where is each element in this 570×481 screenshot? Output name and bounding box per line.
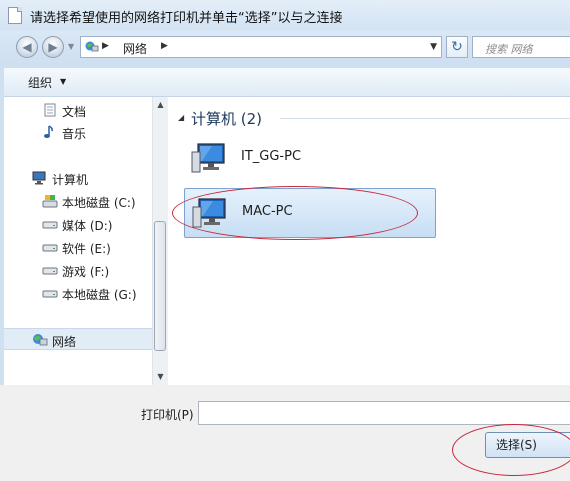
computer-icon (191, 143, 225, 173)
printer-field[interactable] (198, 401, 570, 425)
refresh-icon: ↻ (451, 39, 463, 55)
sidebar-item-label: 计算机 (52, 173, 89, 187)
sidebar-item-network[interactable]: 网络 (4, 328, 152, 350)
sidebar-item-drive-f[interactable]: 游戏 (F:) (4, 259, 152, 281)
sidebar-item-label: 游戏 (F:) (62, 265, 110, 279)
computer-icon (192, 198, 226, 228)
documents-icon (44, 103, 56, 117)
sidebar-item-computer[interactable]: 计算机 (4, 167, 152, 189)
forward-arrow-icon: ▶ (48, 40, 58, 54)
computer-icon (32, 171, 46, 185)
sidebar-item-drive-c[interactable]: 本地磁盘 (C:) (4, 190, 152, 212)
sidebar-item-label: 音乐 (62, 127, 87, 141)
scroll-up-arrow-icon[interactable]: ▲ (153, 97, 168, 113)
sidebar-item-label: 文档 (62, 105, 87, 119)
sidebar-item-label: 软件 (E:) (62, 242, 111, 256)
computer-name: MAC-PC (242, 204, 293, 219)
sidebar-item-label: 媒体 (D:) (62, 219, 113, 233)
select-button[interactable]: 选择(S) (485, 432, 570, 458)
search-input[interactable]: 搜索 网络 (472, 36, 570, 58)
group-title: 计算机 (2) (191, 110, 263, 128)
recent-pages-dropdown[interactable]: ▼ (68, 42, 74, 51)
computer-item-mac-pc[interactable]: MAC-PC (184, 188, 436, 238)
organize-menu-button[interactable]: 组织 (28, 74, 52, 91)
back-arrow-icon: ◀ (22, 40, 32, 54)
drive-icon (42, 244, 58, 252)
sidebar-item-drive-e[interactable]: 软件 (E:) (4, 236, 152, 258)
network-icon (33, 334, 48, 346)
window-title: 请选择希望使用的网络打印机并单击“选择”以与之连接 (30, 11, 343, 26)
chevron-down-icon[interactable]: ▼ (430, 42, 437, 52)
chevron-down-icon[interactable]: ▼ (60, 77, 66, 86)
sidebar-item-label: 本地磁盘 (G:) (62, 288, 137, 302)
sidebar-item-documents[interactable]: 文档 (4, 99, 152, 121)
address-bar[interactable]: ▶ 网络 ▶ ▼ (80, 36, 442, 58)
breadcrumb-network[interactable]: 网络 (123, 40, 147, 57)
title-bar: 请选择希望使用的网络打印机并单击“选择”以与之连接 (0, 0, 570, 30)
scroll-down-arrow-icon[interactable]: ▼ (153, 369, 168, 385)
breadcrumb-separator[interactable]: ▶ (161, 41, 168, 51)
group-divider (280, 118, 570, 119)
drive-icon (42, 221, 58, 229)
scrollbar-thumb[interactable] (154, 221, 166, 351)
sidebar-item-drive-d[interactable]: 媒体 (D:) (4, 213, 152, 235)
search-placeholder: 搜索 网络 (485, 43, 533, 56)
navigation-pane-scrollbar[interactable]: ▲ ▼ (152, 97, 168, 385)
navigation-bar: ◀ ▶ ▼ ▶ 网络 ▶ ▼ ↻ 搜索 网络 (0, 30, 570, 64)
command-bar: 组织 ▼ (4, 68, 570, 97)
sidebar-item-drive-g[interactable]: 本地磁盘 (G:) (4, 282, 152, 304)
back-button[interactable]: ◀ (16, 36, 38, 58)
sidebar-item-music[interactable]: 音乐 (4, 121, 152, 143)
navigation-pane: 文档 音乐 计算机 本地磁盘 (C:) 媒体 (D:) 软件 (E:) 游戏 (… (4, 97, 153, 385)
sidebar-item-label: 本地磁盘 (C:) (62, 196, 136, 210)
sidebar-item-label: 网络 (52, 335, 77, 349)
dialog-footer: 打印机(P) 选择(S) (0, 385, 570, 481)
computer-name: IT_GG-PC (241, 149, 302, 164)
collapse-group-icon[interactable]: ◢ (178, 113, 184, 122)
computer-item-it-gg-pc[interactable]: IT_GG-PC (184, 134, 436, 184)
music-icon (44, 125, 53, 138)
network-icon (85, 41, 99, 52)
forward-button[interactable]: ▶ (42, 36, 64, 58)
printer-label: 打印机(P) (141, 408, 194, 422)
drive-icon (42, 267, 58, 275)
document-icon (8, 7, 22, 24)
content-pane: ◢ 计算机 (2) IT_GG-PC MAC-PC (168, 97, 570, 385)
drive-icon (42, 290, 58, 298)
breadcrumb-separator[interactable]: ▶ (102, 41, 109, 51)
refresh-button[interactable]: ↻ (446, 36, 468, 58)
system-drive-icon (42, 195, 58, 208)
